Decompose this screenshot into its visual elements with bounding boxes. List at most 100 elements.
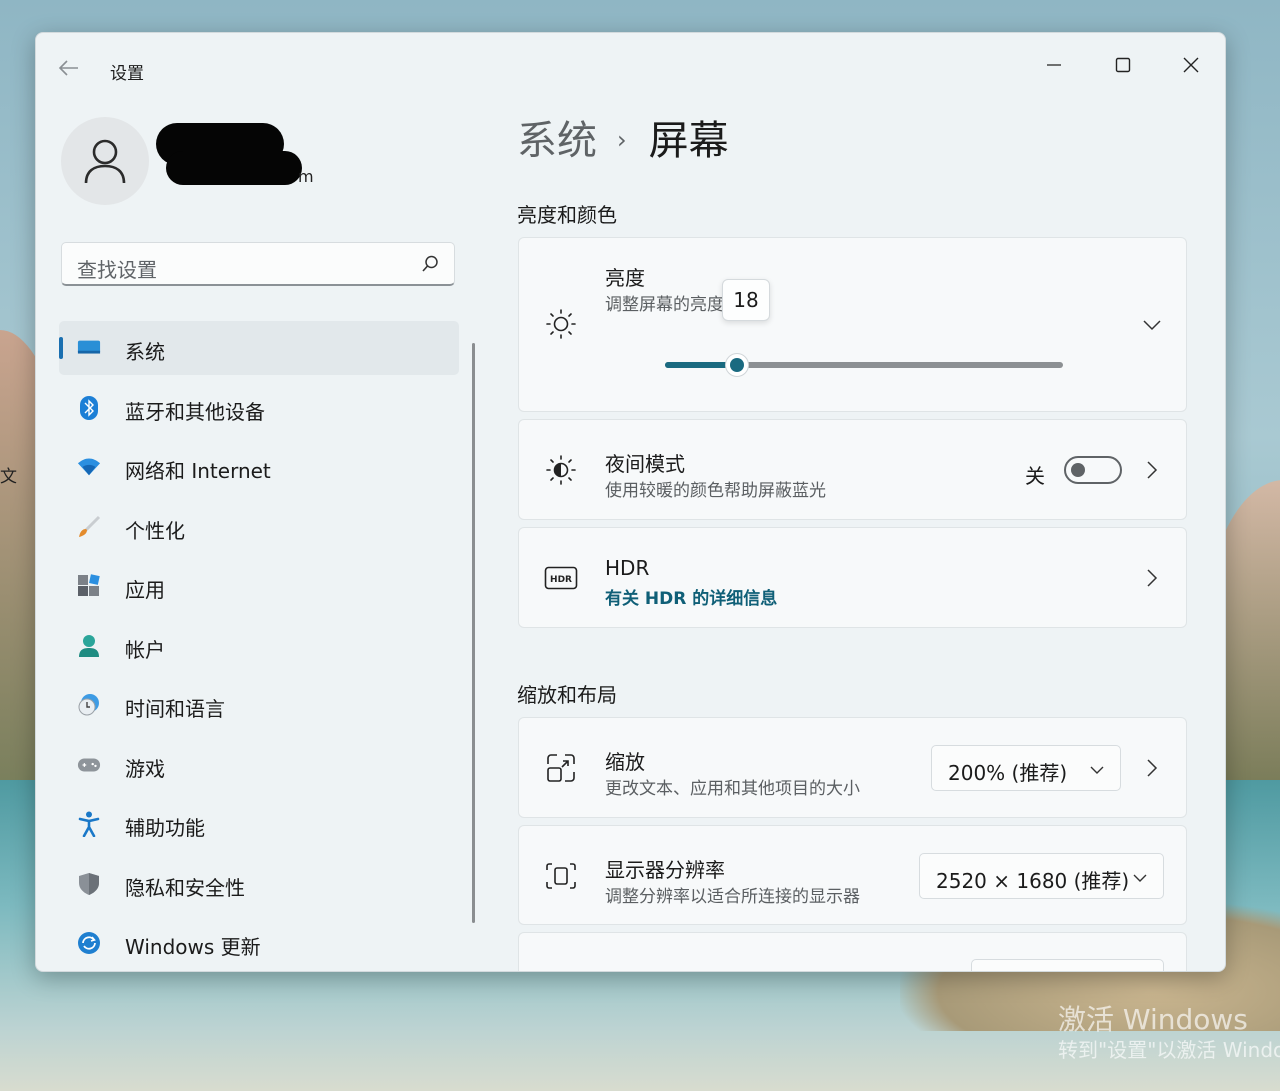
sidebar-item-bluetooth[interactable]: 蓝牙和其他设备	[59, 381, 459, 435]
update-icon	[77, 931, 101, 955]
person-icon	[84, 139, 126, 184]
night-light-subtitle: 使用较暖的颜色帮助屏蔽蓝光	[605, 481, 826, 501]
resolution-title: 显示器分辨率	[605, 858, 725, 882]
brightness-title: 亮度	[605, 266, 645, 290]
close-button[interactable]	[1168, 43, 1214, 87]
wifi-icon	[77, 455, 101, 479]
sidebar-item-accessibility[interactable]: 辅助功能	[59, 797, 459, 851]
sidebar-item-label: Windows 更新	[125, 935, 261, 959]
toggle-knob	[1071, 463, 1085, 477]
avatar[interactable]	[61, 117, 149, 205]
sidebar-item-system[interactable]: 系统	[59, 321, 459, 375]
resolution-dropdown[interactable]: 2520 × 1680 (推荐)	[919, 853, 1164, 899]
arrow-left-icon[interactable]	[58, 57, 82, 81]
chevron-right-icon[interactable]	[1142, 568, 1162, 588]
chevron-down-icon	[1133, 868, 1147, 887]
accessibility-icon	[77, 811, 101, 837]
sidebar-item-label: 网络和 Internet	[125, 459, 271, 483]
sidebar-item-label: 辅助功能	[125, 816, 205, 840]
night-light-state-label: 关	[1025, 464, 1045, 488]
sidebar-item-apps[interactable]: 应用	[59, 559, 459, 613]
sidebar-item-network[interactable]: 网络和 Internet	[59, 440, 459, 494]
sidebar-item-label: 蓝牙和其他设备	[125, 399, 265, 424]
breadcrumb: 系统 › 屏幕	[517, 117, 729, 170]
watermark-line-1: 激活 Windows	[1058, 1003, 1248, 1036]
hdr-icon: HDR	[543, 560, 579, 596]
chevron-down-icon[interactable]	[1142, 315, 1162, 335]
sidebar-item-label: 个性化	[125, 518, 185, 543]
night-light-toggle[interactable]	[1064, 456, 1122, 484]
sidebar-item-label: 应用	[125, 578, 165, 602]
night-light-card[interactable]: 夜间模式 使用较暖的颜色帮助屏蔽蓝光 关	[518, 419, 1187, 520]
desktop-edge-text: 文	[0, 467, 17, 487]
chevron-right-icon[interactable]	[1142, 758, 1162, 778]
section-title-brightness-color: 亮度和颜色	[517, 203, 617, 227]
selection-indicator	[59, 337, 63, 359]
account-email-tail: m	[298, 167, 314, 186]
clock-globe-icon	[77, 693, 101, 717]
resolution-dropdown-value: 2520 × 1680 (推荐)	[936, 869, 1130, 893]
hdr-card[interactable]: HDR HDR 有关 HDR 的详细信息	[518, 527, 1187, 628]
scale-icon	[543, 750, 579, 786]
sun-icon	[543, 306, 579, 342]
bluetooth-icon	[77, 395, 101, 420]
scale-dropdown[interactable]: 200% (推荐)	[931, 745, 1121, 791]
sidebar-item-windows-update[interactable]: Windows 更新	[59, 916, 459, 970]
svg-text:HDR: HDR	[550, 575, 572, 585]
section-title-scale-layout: 缩放和布局	[517, 683, 617, 707]
brightness-value-tooltip: 18	[722, 279, 770, 321]
next-setting-card[interactable]	[518, 932, 1187, 971]
settings-window: 设置 m 查找设置 系统 蓝牙和其他设备 网络和 Internet 个性化 应用…	[35, 32, 1226, 972]
activation-watermark: 激活 Windows 转到"设置"以激活 Windows	[1058, 1003, 1280, 1063]
sidebar-item-accounts[interactable]: 帐户	[59, 619, 459, 673]
sidebar-item-label: 时间和语言	[125, 697, 225, 721]
brightness-slider-thumb[interactable]	[724, 353, 749, 377]
sidebar-item-label: 游戏	[125, 756, 165, 781]
next-setting-dropdown[interactable]	[971, 959, 1164, 971]
brightness-subtitle: 调整屏幕的亮度	[605, 295, 724, 315]
hdr-info-link[interactable]: 有关 HDR 的详细信息	[605, 584, 777, 609]
search-box[interactable]: 查找设置	[61, 242, 455, 286]
breadcrumb-parent[interactable]: 系统	[517, 118, 597, 164]
minimize-button[interactable]	[1031, 43, 1077, 87]
search-icon[interactable]	[420, 254, 440, 278]
apps-icon	[77, 574, 101, 598]
page-title: 屏幕	[648, 118, 729, 164]
night-light-title: 夜间模式	[605, 452, 685, 476]
minimize-icon	[1047, 64, 1061, 66]
scale-title: 缩放	[605, 750, 645, 774]
scale-dropdown-value: 200% (推荐)	[948, 761, 1068, 785]
sidebar-item-gaming[interactable]: 游戏	[59, 738, 459, 792]
gamepad-icon	[77, 753, 101, 777]
sidebar-item-label: 系统	[125, 340, 165, 364]
monitor-icon	[77, 336, 101, 360]
breadcrumb-separator: ›	[617, 126, 627, 154]
sidebar-item-personalization[interactable]: 个性化	[59, 500, 459, 554]
maximize-icon	[1115, 57, 1131, 73]
brush-icon	[77, 515, 101, 539]
brightness-slider[interactable]	[665, 353, 1063, 377]
resolution-card[interactable]: 显示器分辨率 调整分辨率以适合所连接的显示器 2520 × 1680 (推荐)	[518, 825, 1187, 925]
redacted-account-name	[156, 123, 306, 195]
maximize-button[interactable]	[1100, 43, 1146, 87]
account-icon	[77, 634, 101, 658]
night-light-icon	[543, 452, 579, 488]
title-bar: 设置	[36, 33, 1225, 103]
brightness-card[interactable]: 亮度 调整屏幕的亮度 18	[518, 237, 1187, 412]
sidebar-item-time-language[interactable]: 时间和语言	[59, 678, 459, 732]
sidebar-item-label: 帐户	[125, 637, 165, 662]
scale-subtitle: 更改文本、应用和其他项目的大小	[605, 779, 860, 799]
search-input[interactable]: 查找设置	[77, 254, 157, 283]
watermark-line-2: 转到"设置"以激活 Windows	[1058, 1038, 1280, 1062]
scale-card[interactable]: 缩放 更改文本、应用和其他项目的大小 200% (推荐)	[518, 717, 1187, 818]
resolution-icon	[543, 858, 579, 894]
chevron-right-icon[interactable]	[1142, 460, 1162, 480]
chevron-down-icon	[1090, 760, 1104, 779]
sidebar-item-privacy[interactable]: 隐私和安全性	[59, 857, 459, 911]
hdr-title: HDR	[605, 556, 650, 580]
close-icon	[1183, 57, 1199, 73]
shield-icon	[77, 872, 101, 896]
sidebar-item-label: 隐私和安全性	[125, 875, 245, 900]
sidebar-nav: 系统 蓝牙和其他设备 网络和 Internet 个性化 应用 帐户 时间和语言 …	[59, 321, 459, 971]
sidebar-scrollbar[interactable]	[472, 343, 475, 923]
